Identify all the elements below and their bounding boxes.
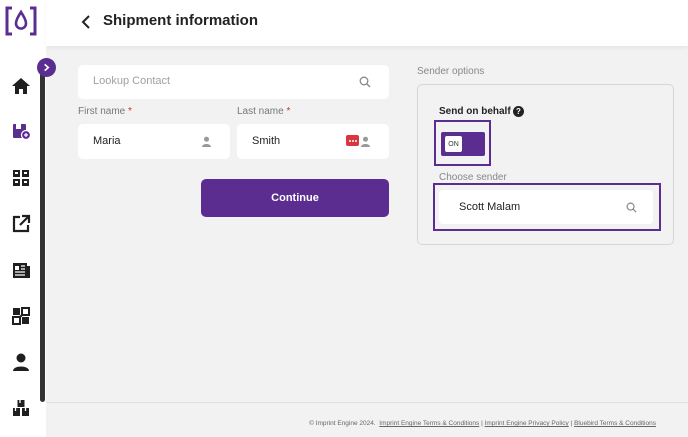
sender-options-title: Sender options — [417, 66, 485, 77]
integrations-icon[interactable] — [11, 306, 31, 326]
last-name-field[interactable]: Smith — [237, 124, 389, 159]
sidebar-scrollbar[interactable] — [40, 62, 45, 402]
search-icon[interactable] — [626, 202, 637, 213]
choose-sender-input[interactable]: Scott Malam — [439, 190, 653, 224]
first-name-value: Maria — [93, 135, 121, 147]
footer-divider — [46, 402, 688, 403]
help-icon[interactable]: ? — [513, 106, 524, 117]
last-name-value: Smith — [252, 135, 281, 147]
shipment-icon[interactable] — [11, 121, 31, 141]
send-on-behalf-label: Send on behalf — [439, 106, 511, 117]
user-icon[interactable] — [11, 352, 31, 372]
chevron-right-icon — [44, 63, 50, 72]
home-icon[interactable] — [11, 76, 31, 96]
choose-sender-highlight: Scott Malam — [433, 183, 661, 231]
terms-link[interactable]: Imprint Engine Terms & Conditions — [379, 420, 479, 427]
external-link-icon[interactable] — [11, 214, 31, 234]
last-name-label: Last name * — [237, 106, 291, 117]
app-logo[interactable] — [4, 6, 38, 36]
inventory-icon[interactable] — [11, 398, 31, 418]
contact-icon — [202, 136, 211, 147]
back-button[interactable] — [80, 12, 96, 32]
bluebird-terms-link[interactable]: Bluebird Terms & Conditions — [574, 420, 656, 427]
page-title: Shipment information — [103, 12, 258, 29]
send-on-behalf-highlight: ON — [434, 120, 491, 166]
lookup-contact-input[interactable]: Lookup Contact — [78, 65, 389, 99]
continue-button[interactable]: Continue — [201, 179, 389, 217]
first-name-field[interactable]: Maria — [78, 124, 230, 159]
search-icon[interactable] — [359, 76, 371, 88]
password-manager-icon[interactable] — [346, 135, 359, 146]
catalog-icon[interactable] — [11, 260, 31, 280]
expand-sidebar-button[interactable] — [37, 58, 56, 77]
first-name-label: First name * — [78, 106, 132, 117]
footer-copyright: © Imprint Engine 2024. — [309, 420, 376, 427]
privacy-link[interactable]: Imprint Engine Privacy Policy — [485, 420, 569, 427]
chevron-left-icon — [81, 15, 90, 29]
products-icon[interactable] — [11, 168, 31, 188]
lookup-contact-placeholder: Lookup Contact — [93, 75, 171, 87]
footer: © Imprint Engine 2024. Imprint Engine Te… — [309, 420, 656, 427]
page-header: Shipment information — [46, 0, 688, 46]
choose-sender-label: Choose sender — [439, 172, 507, 183]
send-on-behalf-toggle[interactable]: ON — [441, 132, 485, 156]
toggle-knob: ON — [445, 136, 462, 152]
sender-value: Scott Malam — [459, 201, 521, 213]
contact-icon — [361, 136, 370, 147]
